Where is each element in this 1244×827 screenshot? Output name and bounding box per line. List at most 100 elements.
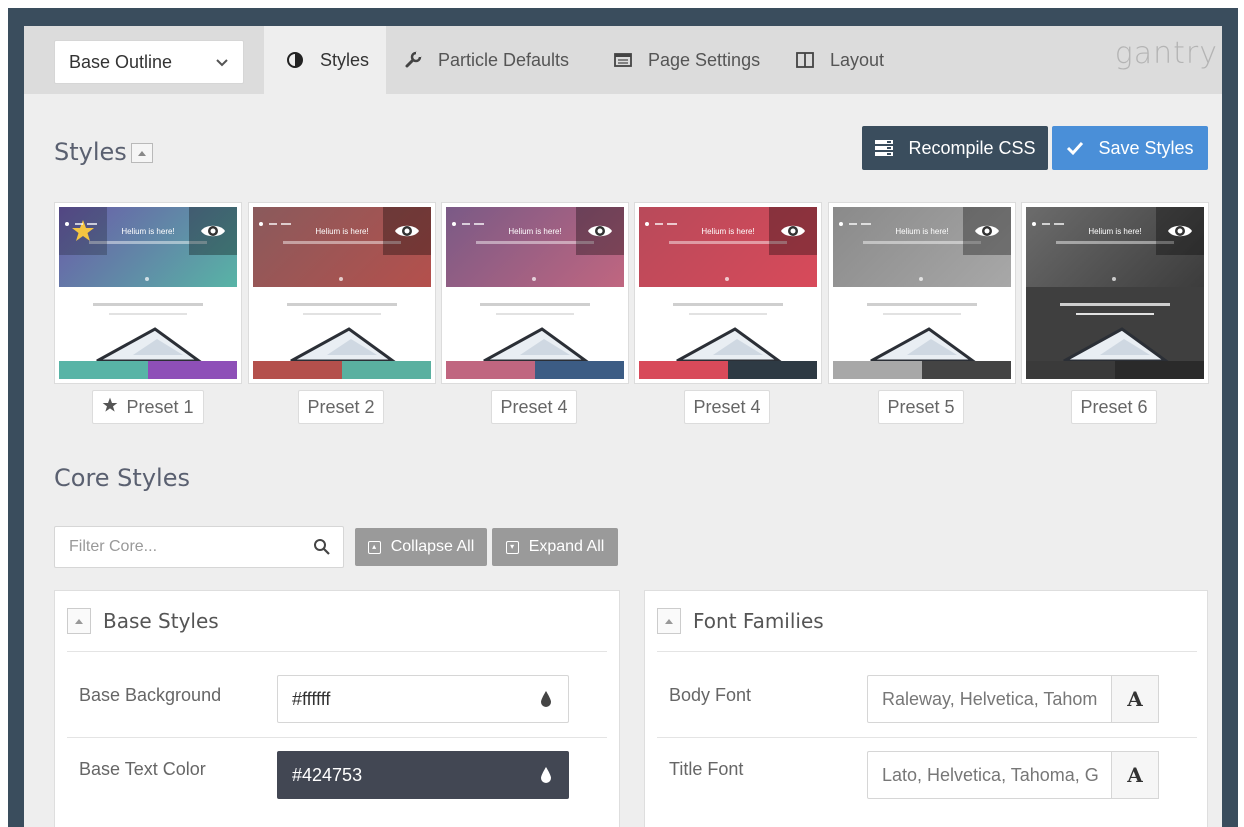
- base-text-color-value: #424753: [292, 764, 363, 785]
- laptop-illustration: [676, 327, 782, 361]
- tab-label: Styles: [320, 49, 370, 70]
- recompile-css-button[interactable]: Recompile CSS: [862, 126, 1048, 170]
- font-families-collapse-toggle[interactable]: [657, 608, 681, 634]
- color-drop-icon: [541, 767, 551, 783]
- preset-card[interactable]: Helium is here!: [248, 202, 436, 384]
- base-background-input[interactable]: #ffffff: [277, 675, 569, 723]
- color-swatch: [639, 361, 728, 379]
- eye-icon: [395, 225, 419, 237]
- columns-icon: [796, 52, 814, 68]
- preset-thumbnail: Helium is here!: [446, 207, 624, 379]
- color-swatch: [253, 361, 342, 379]
- outline-select-value: Base Outline: [69, 51, 173, 72]
- preset-nav-dots: [259, 213, 299, 226]
- preset-body-line: [673, 303, 783, 306]
- tab-label: Layout: [830, 49, 885, 70]
- filter-placeholder: Filter Core...: [69, 538, 158, 555]
- tab-particle-defaults[interactable]: Particle Defaults: [404, 26, 569, 94]
- filter-core-input[interactable]: Filter Core...: [54, 526, 344, 568]
- preview-button[interactable]: [383, 207, 431, 255]
- preset-hero-dot: [725, 277, 729, 281]
- star-icon: [102, 397, 118, 418]
- body-font-label: Body Font: [669, 685, 752, 705]
- save-label: Save Styles: [1098, 137, 1194, 158]
- base-text-color-label: Base Text Color: [79, 759, 206, 779]
- styles-collapse-toggle[interactable]: [131, 143, 153, 163]
- body-font-input[interactable]: Raleway, Helvetica, Tahom: [867, 675, 1113, 723]
- preset-label-button[interactable]: Preset 4: [491, 390, 577, 424]
- plus-square-icon: ▾: [505, 540, 519, 554]
- laptop-illustration: [290, 327, 396, 361]
- recompile-label: Recompile CSS: [908, 137, 1036, 158]
- base-text-color-input[interactable]: #424753: [277, 751, 569, 799]
- tab-page-settings[interactable]: Page Settings: [614, 26, 760, 94]
- title-font-input[interactable]: Lato, Helvetica, Tahoma, G: [867, 751, 1113, 799]
- preset-label-button[interactable]: Preset 4: [684, 390, 770, 424]
- tab-label: Particle Defaults: [438, 49, 570, 70]
- preset-card[interactable]: Helium is here!: [441, 202, 629, 384]
- check-icon: [1067, 141, 1084, 156]
- title-font-picker-button[interactable]: A: [1111, 751, 1159, 799]
- preset-thumbnail: Helium is here!: [59, 207, 237, 379]
- preset-thumbnail: Helium is here!: [1026, 207, 1204, 379]
- color-swatch: [1026, 361, 1115, 379]
- divider: [67, 737, 607, 738]
- page-icon: [614, 53, 632, 67]
- preset-thumbnail: Helium is here!: [833, 207, 1011, 379]
- tab-label: Page Settings: [648, 49, 761, 70]
- collapse-all-button[interactable]: ▴ Collapse All: [355, 528, 487, 566]
- color-swatch: [833, 361, 922, 379]
- search-icon: [314, 539, 330, 555]
- preset-color-swatches: [446, 361, 624, 379]
- preset-label: Preset 2: [307, 396, 375, 417]
- divider: [657, 651, 1197, 652]
- preset-card[interactable]: Helium is here!: [54, 202, 242, 384]
- title-font-label: Title Font: [669, 759, 744, 779]
- core-styles-title: Core Styles: [54, 464, 190, 492]
- preset-label-button[interactable]: Preset 1: [92, 390, 204, 424]
- expand-all-button[interactable]: ▾ Expand All: [492, 528, 618, 566]
- preset-label: Preset 6: [1080, 396, 1148, 417]
- preset-body-line: [1076, 313, 1154, 315]
- preview-button[interactable]: [963, 207, 1011, 255]
- wrench-icon: [405, 51, 422, 68]
- expand-all-label: Expand All: [528, 538, 605, 555]
- color-swatch: [446, 361, 535, 379]
- save-styles-button[interactable]: Save Styles: [1052, 126, 1208, 170]
- preset-hero-dot: [1112, 277, 1116, 281]
- preset-body-line: [689, 313, 767, 315]
- preset-body-line: [109, 313, 187, 315]
- preset-label-button[interactable]: Preset 6: [1071, 390, 1157, 424]
- caret-up-icon: [75, 619, 83, 624]
- preset-card[interactable]: Helium is here!: [828, 202, 1016, 384]
- laptop-illustration: [483, 327, 589, 361]
- preset-label: Preset 4: [693, 396, 761, 417]
- preset-card[interactable]: Helium is here!: [634, 202, 822, 384]
- base-styles-title: Base Styles: [103, 609, 219, 633]
- body-font-picker-button[interactable]: A: [1111, 675, 1159, 723]
- preview-button[interactable]: [189, 207, 237, 255]
- preset-hero-dot: [145, 277, 149, 281]
- preset-body-line: [480, 303, 590, 306]
- preset-label-button[interactable]: Preset 5: [878, 390, 964, 424]
- preview-button[interactable]: [769, 207, 817, 255]
- preset-label: Preset 4: [500, 396, 568, 417]
- body-font-value: Raleway, Helvetica, Tahom: [882, 688, 1098, 709]
- color-swatch: [1115, 361, 1204, 379]
- preset-label-button[interactable]: Preset 2: [298, 390, 384, 424]
- tab-layout[interactable]: Layout: [796, 26, 884, 94]
- outline-select[interactable]: Base Outline: [54, 40, 244, 84]
- preview-button[interactable]: [1156, 207, 1204, 255]
- preset-color-swatches: [639, 361, 817, 379]
- base-styles-collapse-toggle[interactable]: [67, 608, 91, 634]
- laptop-illustration: [96, 327, 202, 361]
- preset-body-line: [93, 303, 203, 306]
- tab-styles[interactable]: Styles: [264, 26, 386, 94]
- color-swatch: [535, 361, 624, 379]
- preview-button[interactable]: [576, 207, 624, 255]
- preset-card[interactable]: Helium is here!: [1021, 202, 1209, 384]
- preset-nav-dots: [1032, 213, 1072, 226]
- preset-nav-dots: [839, 213, 879, 226]
- base-background-label: Base Background: [79, 685, 222, 705]
- eye-icon: [1168, 225, 1192, 237]
